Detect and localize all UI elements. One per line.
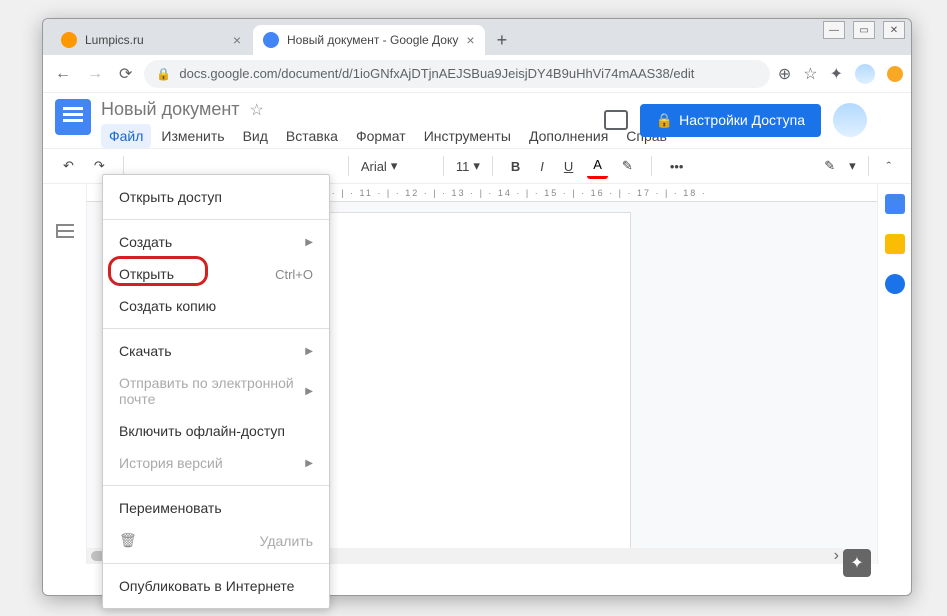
separator xyxy=(103,219,329,220)
close-tab-icon[interactable]: × xyxy=(225,32,241,48)
favicon-lumpics-icon xyxy=(61,32,77,48)
file-menu-dropdown: Открыть доступ Создать▶ ОткрытьCtrl+O Со… xyxy=(102,174,330,609)
chevron-down-icon: ▾ xyxy=(473,158,480,174)
toolbar-right: ⊕ ☆ ✦ xyxy=(778,64,903,84)
text-color-button[interactable]: A xyxy=(587,153,608,179)
nav-forward-icon: → xyxy=(83,61,107,87)
menu-addons[interactable]: Дополнения xyxy=(521,124,616,148)
menu-tools[interactable]: Инструменты xyxy=(416,124,519,148)
window-controls: — ▭ ✕ xyxy=(823,21,905,39)
tasks-icon[interactable] xyxy=(885,274,905,294)
keep-icon[interactable] xyxy=(885,234,905,254)
menu-create[interactable]: Создать▶ xyxy=(103,226,329,258)
lock-icon: 🔒 xyxy=(156,67,171,81)
star-icon[interactable]: ☆ xyxy=(250,100,264,120)
window-close[interactable]: ✕ xyxy=(883,21,905,39)
lock-icon: 🔒 xyxy=(656,112,673,129)
extensions-icon[interactable]: ✦ xyxy=(830,64,843,84)
scroll-right-icon[interactable]: › xyxy=(830,547,843,565)
menu-download[interactable]: Скачать▶ xyxy=(103,335,329,367)
chevron-down-icon[interactable]: ▾ xyxy=(849,158,856,174)
share-button[interactable]: 🔒 Настройки Доступа xyxy=(640,104,821,137)
left-gutter xyxy=(43,184,87,564)
tab-googledoc[interactable]: Новый документ - Google Доку × xyxy=(253,25,485,55)
font-size[interactable]: 11 ▾ xyxy=(456,158,480,174)
tab-title: Lumpics.ru xyxy=(85,33,144,47)
menu-email: Отправить по электронной почте▶ xyxy=(103,367,329,415)
undo-icon[interactable]: ↶ xyxy=(57,154,80,178)
tab-strip: Lumpics.ru × Новый документ - Google Док… xyxy=(43,19,911,55)
menu-file[interactable]: Файл xyxy=(101,124,151,148)
menu-rename[interactable]: Переименовать xyxy=(103,492,329,524)
chevron-right-icon: ▶ xyxy=(305,386,313,397)
separator xyxy=(103,328,329,329)
docs-header: Новый документ ☆ Файл Изменить Вид Встав… xyxy=(43,93,911,148)
calendar-icon[interactable] xyxy=(885,194,905,214)
menu-offline[interactable]: Включить офлайн-доступ xyxy=(103,415,329,447)
separator xyxy=(651,156,652,176)
trash-icon: 🗑 xyxy=(119,532,135,549)
font-selector[interactable]: Arial ▾ xyxy=(361,158,431,174)
menu-icon[interactable] xyxy=(887,66,903,82)
editing-mode-button[interactable]: ✎ xyxy=(818,154,841,178)
menu-versions: История версий▶ xyxy=(103,447,329,479)
separator xyxy=(103,485,329,486)
highlight-button[interactable]: ✎ xyxy=(616,154,639,178)
chevron-right-icon: ▶ xyxy=(305,458,313,469)
url-text: docs.google.com/document/d/1ioGNfxAjDTjn… xyxy=(179,66,757,81)
tab-title: Новый документ - Google Доку xyxy=(287,33,458,47)
docs-logo-icon[interactable] xyxy=(55,99,91,135)
nav-reload-icon[interactable]: ⟳ xyxy=(115,60,136,88)
menu-format[interactable]: Формат xyxy=(348,124,414,148)
comments-icon[interactable] xyxy=(604,110,628,130)
bookmark-star-icon[interactable]: ☆ xyxy=(803,64,817,84)
favicon-docs-icon xyxy=(263,32,279,48)
document-title[interactable]: Новый документ xyxy=(101,99,240,120)
window-minimize[interactable]: — xyxy=(823,21,845,39)
nav-back-icon[interactable]: ← xyxy=(51,61,75,87)
address-bar: ← → ⟳ 🔒 docs.google.com/document/d/1ioGN… xyxy=(43,55,911,93)
url-field[interactable]: 🔒 docs.google.com/document/d/1ioGNfxAjDT… xyxy=(144,60,769,88)
chevron-right-icon: ▶ xyxy=(305,237,313,248)
side-panel xyxy=(877,184,911,564)
window-maximize[interactable]: ▭ xyxy=(853,21,875,39)
header-right: 🔒 Настройки Доступа xyxy=(604,103,867,137)
separator xyxy=(868,156,869,176)
separator xyxy=(123,156,124,176)
separator xyxy=(443,156,444,176)
close-tab-icon[interactable]: × xyxy=(458,32,474,48)
outline-icon[interactable] xyxy=(56,224,74,238)
more-button[interactable]: ••• xyxy=(664,155,690,178)
separator xyxy=(103,563,329,564)
separator xyxy=(348,156,349,176)
menu-open[interactable]: ОткрытьCtrl+O xyxy=(103,258,329,290)
menu-open-access[interactable]: Открыть доступ xyxy=(103,181,329,213)
shortcut-label: Ctrl+O xyxy=(275,267,313,282)
explore-button[interactable]: ✦ xyxy=(843,549,871,577)
account-avatar[interactable] xyxy=(833,103,867,137)
bold-button[interactable]: B xyxy=(505,155,526,178)
chevron-right-icon: ▶ xyxy=(305,346,313,357)
search-icon[interactable]: ⊕ xyxy=(778,64,791,84)
menu-publish[interactable]: Опубликовать в Интернете xyxy=(103,570,329,602)
italic-button[interactable]: I xyxy=(534,155,550,178)
menu-edit[interactable]: Изменить xyxy=(153,124,232,148)
menu-delete: 🗑Удалить xyxy=(103,524,329,557)
menu-view[interactable]: Вид xyxy=(235,124,276,148)
menu-make-copy[interactable]: Создать копию xyxy=(103,290,329,322)
tab-lumpics[interactable]: Lumpics.ru × xyxy=(51,25,251,55)
separator xyxy=(492,156,493,176)
menu-insert[interactable]: Вставка xyxy=(278,124,346,148)
share-label: Настройки Доступа xyxy=(679,112,805,128)
chevron-down-icon: ▾ xyxy=(391,158,398,174)
profile-avatar-icon[interactable] xyxy=(855,64,875,84)
font-name: Arial xyxy=(361,159,387,174)
underline-button[interactable]: U xyxy=(558,155,579,178)
expand-up-icon[interactable]: ˆ xyxy=(881,155,897,178)
new-tab-button[interactable]: + xyxy=(497,30,508,55)
size-value: 11 xyxy=(456,159,470,174)
